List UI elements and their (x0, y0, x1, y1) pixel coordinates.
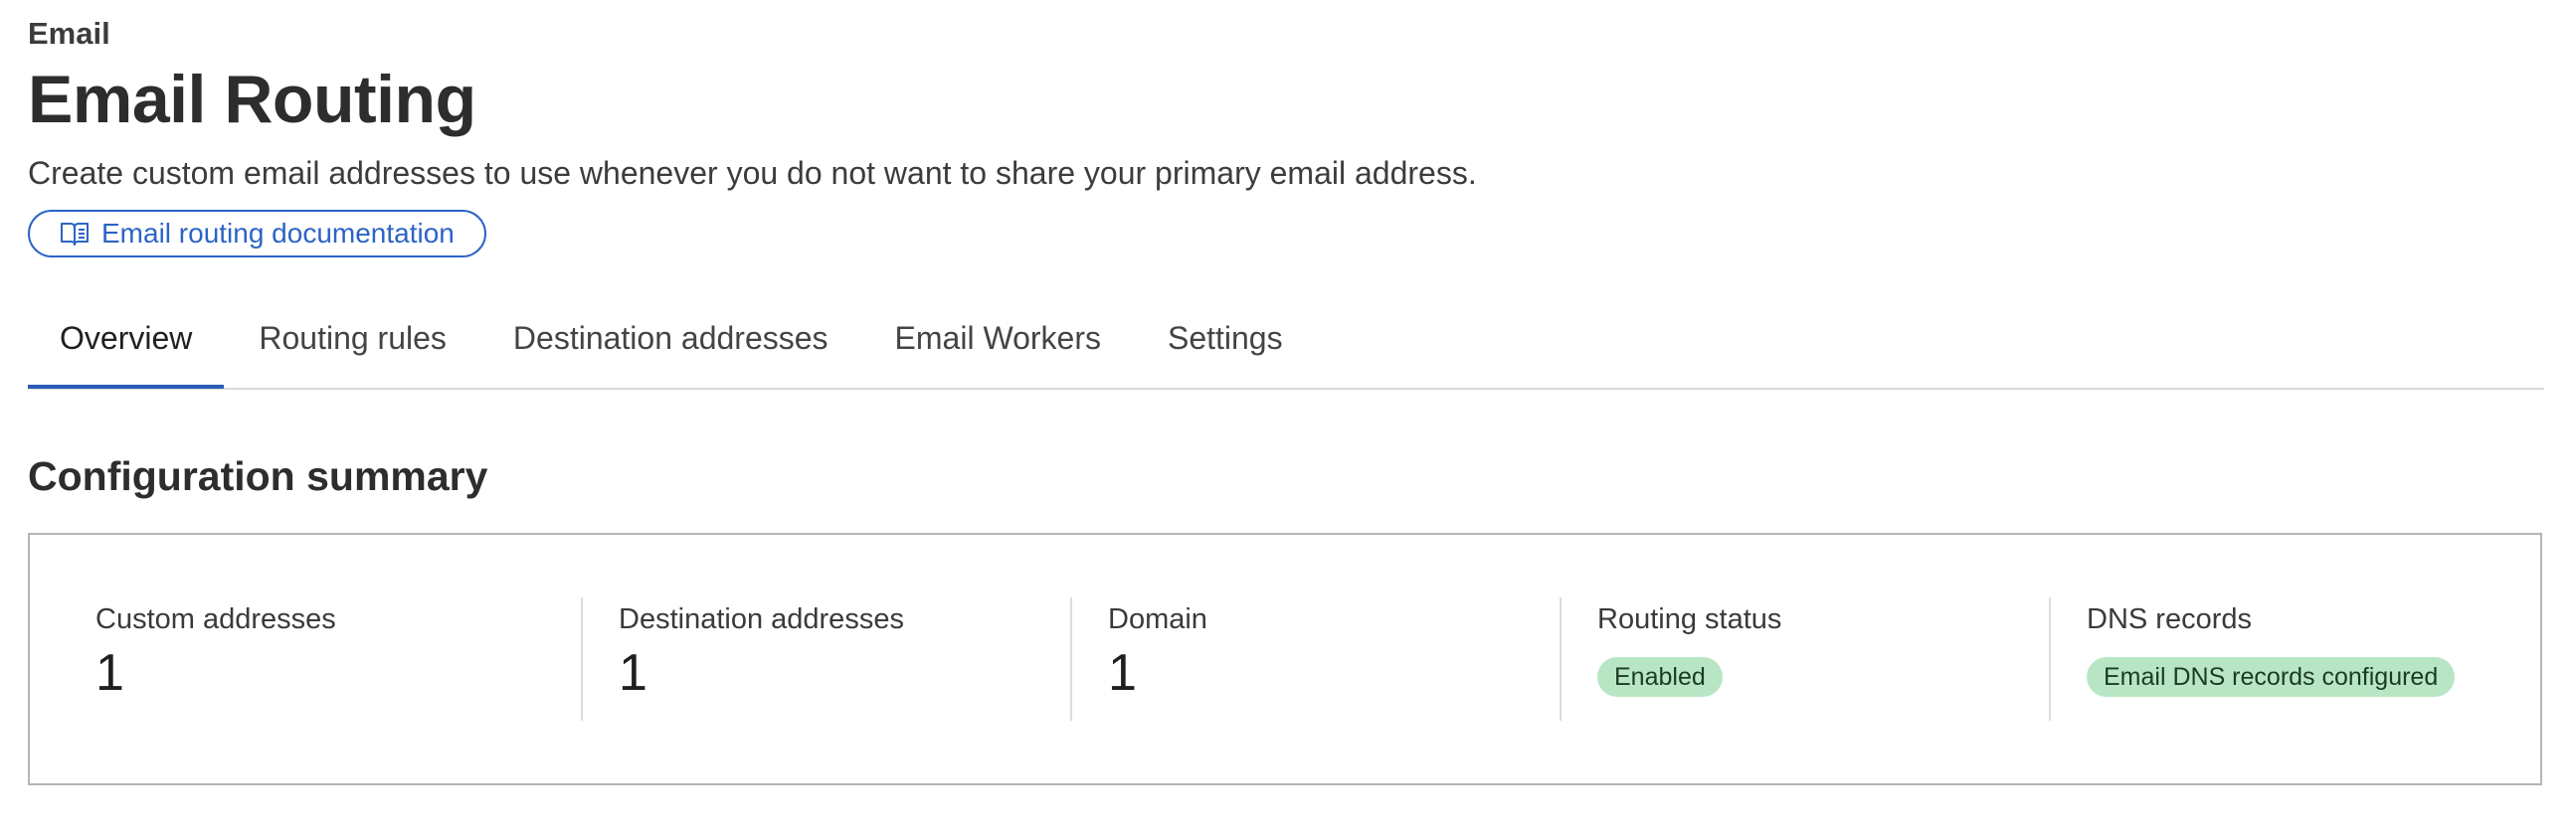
book-open-icon (60, 219, 90, 249)
configuration-summary-card: Custom addresses 1 Destination addresses… (28, 533, 2542, 785)
email-routing-page: Email Email Routing Create custom email … (0, 0, 2576, 839)
tab-label: Email Workers (894, 319, 1101, 356)
tab-destination-addresses[interactable]: Destination addresses (481, 298, 860, 378)
tab-overview[interactable]: Overview (28, 298, 225, 389)
doc-link-label: Email routing documentation (101, 218, 455, 249)
section-title: Configuration summary (28, 453, 488, 499)
stat-label: Custom addresses (95, 603, 336, 635)
stat-value: 1 (619, 644, 647, 702)
page-title: Email Routing (28, 62, 476, 137)
email-routing-documentation-link[interactable]: Email routing documentation (28, 210, 486, 257)
tab-email-workers[interactable]: Email Workers (863, 298, 1133, 378)
tab-bar: Overview Routing rules Destination addre… (28, 298, 2544, 390)
stat-value: 1 (95, 644, 124, 702)
tab-label: Overview (60, 319, 193, 356)
stat-label: Routing status (1597, 603, 1782, 635)
tab-label: Destination addresses (512, 319, 828, 356)
stat-routing-status: Routing status Enabled (1560, 597, 2049, 721)
stat-label: Domain (1108, 603, 1207, 635)
dns-status-badge: Email DNS records configured (2087, 657, 2456, 697)
stat-label: Destination addresses (619, 603, 904, 635)
breadcrumb[interactable]: Email (28, 14, 110, 54)
tab-settings[interactable]: Settings (1136, 298, 1315, 378)
stat-dns-records: DNS records Email DNS records configured (2049, 597, 2538, 721)
stat-domain: Domain 1 (1070, 597, 1560, 721)
tab-routing-rules[interactable]: Routing rules (227, 298, 478, 378)
tab-label: Routing rules (259, 319, 447, 356)
stat-value: 1 (1108, 644, 1137, 702)
stat-custom-addresses: Custom addresses 1 (68, 597, 581, 721)
stat-label: DNS records (2087, 603, 2252, 635)
stat-destination-addresses: Destination addresses 1 (581, 597, 1070, 721)
page-description: Create custom email addresses to use whe… (28, 155, 1477, 191)
status-badge: Enabled (1597, 657, 1723, 697)
tab-label: Settings (1167, 319, 1283, 356)
